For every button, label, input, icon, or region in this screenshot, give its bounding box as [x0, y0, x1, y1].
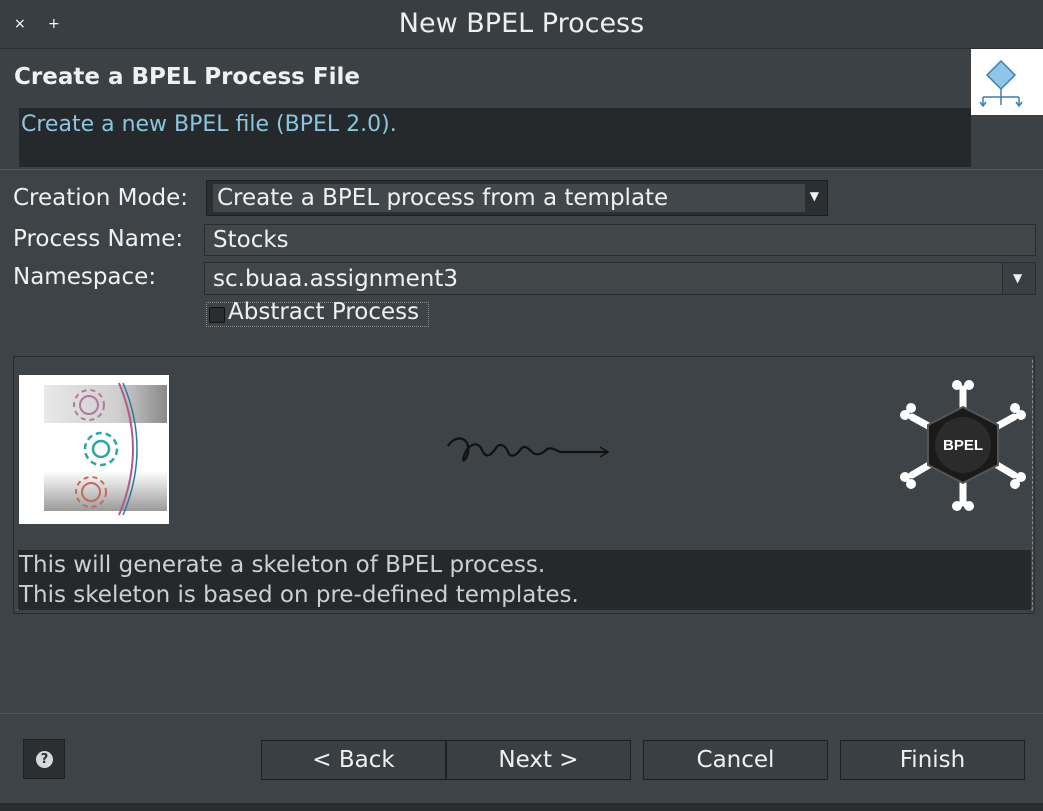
arrow-icon	[447, 437, 610, 462]
wizard-header: Create a BPEL Process File Create a new …	[0, 49, 1043, 170]
template-image	[19, 375, 169, 524]
template-preview-panel: BPEL This will generate a skeleton of BP…	[13, 356, 1035, 614]
description-line: This skeleton is based on pre-defined te…	[19, 582, 579, 608]
description-line: This will generate a skeleton of BPEL pr…	[19, 552, 546, 578]
next-button[interactable]: Next >	[446, 740, 631, 780]
background-window-strip	[0, 803, 1043, 811]
back-button[interactable]: < Back	[261, 740, 446, 780]
bpel-logo-text: BPEL	[943, 437, 983, 454]
cancel-button[interactable]: Cancel	[643, 740, 828, 780]
process-name-label: Process Name:	[13, 226, 184, 252]
abstract-process-label: Abstract Process	[228, 299, 420, 325]
bpel-logo: BPEL	[900, 380, 1026, 511]
finish-button[interactable]: Finish	[840, 740, 1025, 780]
footer-divider	[0, 713, 1043, 714]
wizard-banner-icon	[971, 49, 1043, 115]
creation-mode-value: Create a BPEL process from a template	[213, 184, 805, 212]
page-title: Create a BPEL Process File	[14, 64, 360, 90]
page-description: Create a new BPEL file (BPEL 2.0).	[19, 108, 971, 167]
help-icon: ?	[36, 751, 53, 768]
window-title: New BPEL Process	[398, 8, 645, 39]
title-bar: × + New BPEL Process	[0, 0, 1043, 49]
template-description: This will generate a skeleton of BPEL pr…	[18, 550, 1031, 610]
creation-mode-label: Creation Mode:	[13, 185, 189, 211]
namespace-dropdown-button[interactable]: ▼	[1002, 263, 1035, 294]
chevron-down-icon: ▼	[1013, 271, 1023, 285]
namespace-label: Namespace:	[13, 264, 157, 290]
checkbox-box[interactable]	[209, 307, 225, 323]
process-name-input[interactable]: Stocks	[204, 224, 1036, 256]
namespace-input[interactable]: sc.buaa.assignment3	[213, 264, 458, 294]
chevron-down-icon: ▼	[809, 189, 819, 203]
namespace-combo[interactable]: sc.buaa.assignment3 ▼	[204, 262, 1036, 295]
creation-mode-select[interactable]: Create a BPEL process from a template ▼	[206, 180, 828, 216]
abstract-process-checkbox[interactable]: Abstract Process	[206, 299, 429, 327]
help-button[interactable]: ?	[23, 739, 65, 779]
